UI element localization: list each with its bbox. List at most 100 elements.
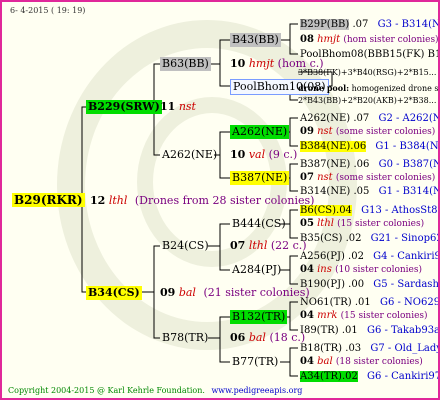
- g4-row-2-id: 3*B38(FK)+3*B40(RSG)+2*B15...: [298, 68, 437, 77]
- g2-c-info: 07 lthl (22 c.): [230, 240, 307, 252]
- g2-b-name: val: [248, 148, 266, 161]
- g4-row-14-gen: .01: [341, 325, 358, 336]
- g4-row-6-gen: .06: [350, 141, 367, 152]
- g4-row-15[interactable]: B18(TR) .03 G7 - Old_Lady: [300, 343, 438, 355]
- g4-row-11[interactable]: A256(PJ) .02 G4 - Cankiri97Q: [300, 251, 438, 263]
- g2-a-name: hmjt: [248, 57, 275, 70]
- g4-row-7[interactable]: B387(NE) .06 G0 - B387(NE): [300, 159, 438, 171]
- g4-row-8-loc: G1 - B314(NE): [378, 186, 438, 197]
- g4-row-11-id: A256(PJ): [300, 251, 345, 262]
- root-gen: 12: [90, 194, 106, 207]
- g4-row-16[interactable]: A34(TR).02 G6 - Cankiri97Q: [300, 371, 438, 383]
- g3-c1-id[interactable]: B444(CS): [230, 217, 288, 231]
- g3-a1-id[interactable]: B43(BB): [230, 33, 281, 47]
- g4-row-15-id: B18(TR): [300, 343, 343, 354]
- g4-row-8-id: B314(NE): [300, 186, 351, 197]
- g2-c-id[interactable]: B24(CS): [160, 239, 211, 253]
- g3-c2-id[interactable]: A284(PJ): [230, 263, 283, 277]
- g4-row-16-gen: .02: [341, 371, 358, 382]
- g2-a-id[interactable]: B63(BB): [160, 57, 211, 71]
- g3-c2-info: 04 ins (10 sister colonies): [300, 264, 422, 276]
- g4-row-10[interactable]: B35(CS) .02 G21 - Sinop62R: [300, 233, 438, 245]
- g3-b1-name: nst: [317, 126, 333, 137]
- g4-row-0-loc: G3 - B314(NE): [377, 19, 440, 30]
- g4-row-4[interactable]: 2*B43(BB)+2*B20(AKB)+2*B38...: [298, 95, 436, 107]
- root-name: lthl: [108, 194, 128, 207]
- g4-row-7-loc: G0 - B387(NE): [378, 159, 438, 170]
- g3-c1-info: 05 lthl (15 sister colonies): [300, 218, 424, 230]
- g1-bottom-id[interactable]: B34(CS): [86, 286, 142, 300]
- g4-row-13[interactable]: NO61(TR) .01 G6 - NO6294R: [300, 297, 438, 309]
- g4-row-6[interactable]: B384(NE).06 G1 - B384(NE): [300, 141, 439, 153]
- g3-d1-info: 04 mrk (15 sister colonies): [300, 310, 428, 322]
- g4-row-13-id: NO61(TR): [300, 297, 352, 308]
- g1-top-info: 11 nst: [160, 101, 196, 113]
- g4-row-5-gen: .07: [353, 113, 370, 124]
- g4-row-13-gen: .01: [354, 297, 371, 308]
- footer-copyright: Copyright 2004-2015 @ Karl Kehrle Founda…: [8, 386, 205, 395]
- footer: Copyright 2004-2015 @ Karl Kehrle Founda…: [8, 385, 302, 397]
- g3-d1-name: mrk: [317, 310, 338, 321]
- g4-row-9[interactable]: B6(CS).04 G13 - AthosSt80R: [300, 205, 438, 217]
- g4-row-1[interactable]: PoolBhom08(BBB15(FK) B17: [300, 49, 438, 61]
- g3-b2-note: (some sister colonies): [335, 173, 436, 183]
- footer-url[interactable]: www.pedigreeapis.org: [211, 386, 302, 395]
- g2-d-id[interactable]: B78(TR): [160, 331, 210, 345]
- g4-row-9-id: B6(CS): [300, 205, 337, 216]
- g2-b-id[interactable]: A262(NE): [160, 148, 219, 162]
- g2-d-info: 06 bal (18 c.): [230, 332, 305, 344]
- g4-row-8-gen: .05: [353, 186, 370, 197]
- g3-c1-gen: 05: [300, 218, 314, 229]
- g3-b2-info: 07 nst (some sister colonies): [300, 172, 435, 184]
- g4-row-7-gen: .06: [353, 159, 370, 170]
- g4-row-6-loc: G1 - B384(NE): [375, 141, 439, 152]
- g4-row-0[interactable]: B29P(BB) .07 G3 - B314(NE): [300, 19, 440, 31]
- g4-row-14-loc: G6 - Takab93aR: [366, 325, 440, 336]
- g4-row-3: drone pool: homogenized drone sperm from…: [298, 82, 438, 95]
- g4-row-6-id: B384(NE): [300, 141, 351, 152]
- g3-b1-id[interactable]: A262(NE): [230, 125, 290, 139]
- g2-c-name: lthl: [248, 239, 268, 252]
- g4-row-14[interactable]: I89(TR) .01 G6 - Takab93aR: [300, 325, 440, 337]
- g2-d-name: bal: [248, 331, 266, 344]
- g3-b2-name: nst: [317, 172, 333, 183]
- g4-row-1-id: PoolBhom08(BBB15(FK): [300, 49, 425, 60]
- g2-a-gen: 10: [230, 57, 246, 70]
- g4-row-5-id: A262(NE): [300, 113, 351, 124]
- g4-row-0-gen: .07: [352, 19, 369, 30]
- g3-c2-name: ins: [317, 264, 332, 275]
- g4-row-2[interactable]: 3*B38(FK)+3*B40(RSG)+2*B15...: [298, 67, 436, 79]
- g3-c1-name: lthl: [317, 218, 334, 229]
- g4-row-9-loc: G13 - AthosSt80R: [361, 205, 438, 216]
- g1-top-id[interactable]: B229(SRW): [86, 100, 162, 114]
- g4-row-5[interactable]: A262(NE) .07 G2 - A262(NE): [300, 113, 438, 125]
- g4-row-9-gen: .04: [336, 205, 352, 216]
- g4-row-16-loc: G6 - Cankiri97Q: [367, 371, 438, 382]
- g3-d2-name: bal: [317, 356, 333, 367]
- g3-c2-note: (10 sister colonies): [335, 265, 423, 275]
- g3-b1-info: 09 nst (some sister colonies): [300, 126, 435, 138]
- date-stamp: 6- 4-2015 ( 19: 19): [10, 6, 86, 15]
- g4-row-8[interactable]: B314(NE) .05 G1 - B314(NE): [300, 186, 438, 198]
- g4-row-12[interactable]: B190(PJ) .00 G5 - Sardasht93R: [300, 279, 438, 291]
- g4-row-12-id: B190(PJ): [300, 279, 345, 290]
- g3-d1-note: (15 sister colonies): [340, 311, 428, 321]
- g4-row-10-id: B35(CS): [300, 233, 343, 244]
- g4-row-11-loc: G4 - Cankiri97Q: [373, 251, 438, 262]
- g3-d2-id[interactable]: B77(TR): [230, 355, 280, 369]
- g3-c2-gen: 04: [300, 264, 314, 275]
- g4-row-4-id: 2*B43(BB)+2*B20(AKB)+2*B38...: [298, 96, 437, 105]
- g3-b1-note: (some sister colonies): [335, 127, 436, 137]
- g3-d2-note: (18 sister colonies): [335, 357, 423, 367]
- root-id[interactable]: B29(RKR): [12, 193, 85, 207]
- g1-bottom-name: bal: [178, 286, 196, 299]
- g4-row-0-id: B29P(BB): [300, 19, 350, 30]
- g3-d1-id[interactable]: B132(TR): [230, 310, 288, 324]
- g4-row-11-gen: .02: [348, 251, 364, 262]
- g4-row-5-loc: G2 - A262(NE): [378, 113, 438, 124]
- g2-b-gen: 10: [230, 148, 246, 161]
- g2-d-gen: 06: [230, 331, 246, 344]
- g3-a1-info: 08 hmjt (hom sister colonies): [300, 34, 438, 46]
- g3-b2-id[interactable]: B387(NE): [230, 171, 290, 185]
- g3-a1-gen: 08: [300, 34, 314, 45]
